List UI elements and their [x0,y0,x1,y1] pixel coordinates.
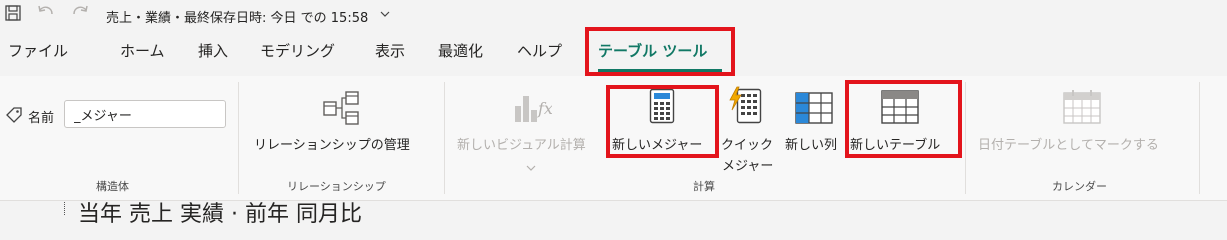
ribbon-tabs: ファイル ホーム 挿入 モデリング 表示 最適化 ヘルプ テーブル ツール [0,32,1227,74]
tab-file[interactable]: ファイル [8,40,68,61]
visual-calculation-icon[interactable]: fx [512,88,553,130]
document-title: 売上・業績・最終保存日時: 今日 での 15:58 [106,11,369,26]
tab-view[interactable]: 表示 [375,40,405,61]
quick-measure-icon[interactable] [728,86,764,128]
new-column-icon[interactable] [795,92,833,128]
group-divider [965,82,966,194]
calculator-icon[interactable] [649,88,675,128]
group-label-calendars: カレンダー [1052,180,1107,193]
group-divider [1199,82,1200,194]
tab-optimize[interactable]: 最適化 [438,40,483,61]
relationships-icon[interactable] [322,90,362,132]
canvas-title-text: 当年 売上 実績 · 前年 同月比 [78,202,362,227]
title-bar: 売上・業績・最終保存日時: 今日 での 15:58 [0,0,1227,32]
quick-measure-button-line1[interactable]: クイック [721,134,773,153]
quick-measure-button-line2[interactable]: メジャー [722,155,773,174]
group-divider [444,82,445,194]
active-tab-indicator [598,69,722,72]
new-table-icon[interactable] [881,90,919,128]
new-visual-calculation-button[interactable]: 新しいビジュアル計算 [457,134,586,153]
tab-insert[interactable]: 挿入 [198,40,228,61]
undo-icon[interactable] [36,4,56,26]
name-label: 名前 [28,111,55,126]
text-cursor [64,202,66,215]
new-measure-button[interactable]: 新しいメジャー [612,134,702,153]
group-label-calculations: 計算 [693,180,715,193]
chevron-down-icon[interactable] [379,5,391,24]
save-icon[interactable] [4,4,22,26]
new-table-button[interactable]: 新しいテーブル [850,134,940,153]
chevron-down-icon[interactable] [526,157,536,176]
tab-modeling[interactable]: モデリング [260,40,335,61]
group-divider [238,82,239,194]
new-column-button[interactable]: 新しい列 [785,134,837,153]
name-input[interactable] [64,100,226,128]
group-label-relationships: リレーションシップ [287,180,386,193]
tab-table-tools[interactable]: テーブル ツール [598,40,707,61]
tab-help[interactable]: ヘルプ [517,40,562,61]
group-label-structure: 構造体 [96,180,129,193]
redo-icon[interactable] [70,4,90,26]
svg-text:fx: fx [537,99,552,118]
tag-icon [5,106,23,128]
manage-relationships-button[interactable]: リレーションシップの管理 [254,134,410,153]
tab-home[interactable]: ホーム [120,40,165,61]
calendar-icon[interactable] [1063,90,1101,128]
mark-as-date-table-button[interactable]: 日付テーブルとしてマークする [978,134,1159,153]
